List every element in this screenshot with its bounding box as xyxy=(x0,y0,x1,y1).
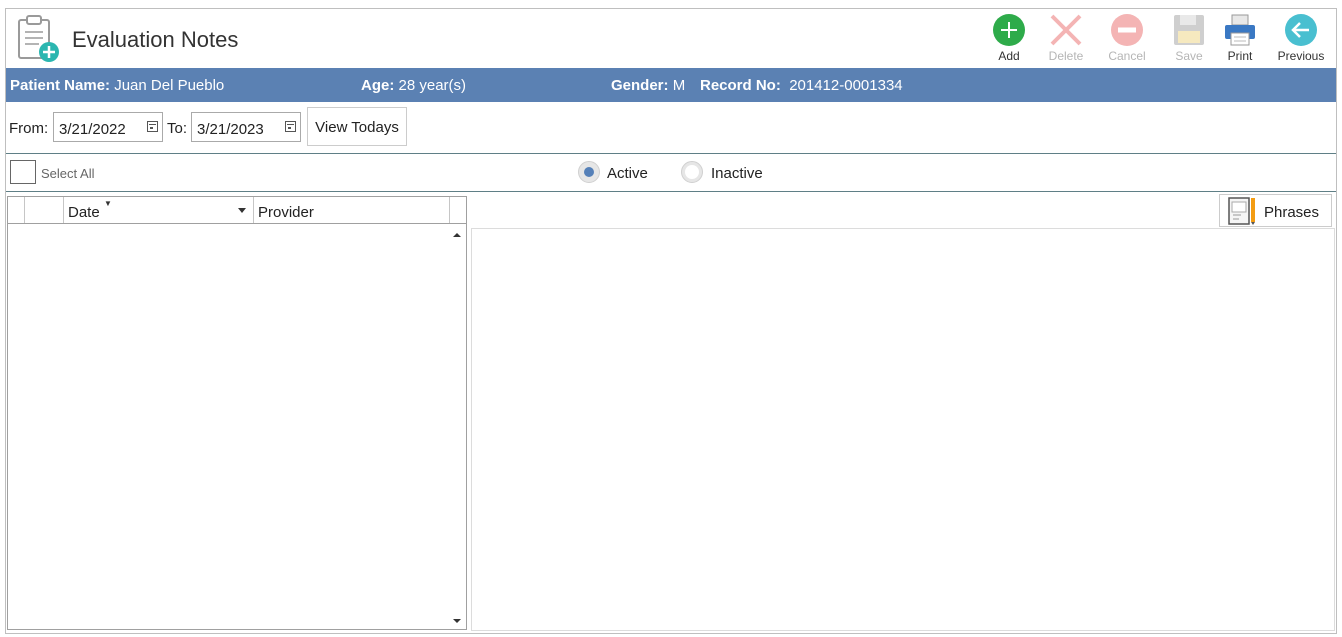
document-pencil-icon xyxy=(1228,197,1255,225)
notes-grid[interactable]: Date ▼ Provider xyxy=(7,196,467,630)
clipboard-add-icon xyxy=(17,14,63,64)
select-all-checkbox[interactable] xyxy=(10,160,36,184)
add-button[interactable]: Add xyxy=(981,11,1037,67)
previous-button[interactable]: Previous xyxy=(1273,11,1329,67)
patient-name-label: Patient Name: xyxy=(10,77,111,94)
from-label: From: xyxy=(9,120,49,137)
phrases-button[interactable]: Phrases xyxy=(1219,194,1332,227)
patient-gender: Gender: M xyxy=(611,77,685,94)
patient-name-value: Juan Del Pueblo xyxy=(114,77,225,94)
patient-record-value: 201412-0001334 xyxy=(789,77,903,94)
page-title: Evaluation Notes xyxy=(72,27,239,52)
scroll-down-arrow-icon[interactable] xyxy=(450,615,464,627)
inactive-radio-label: Inactive xyxy=(711,165,763,182)
calendar-icon[interactable] xyxy=(285,121,296,132)
patient-age-value: 28 year(s) xyxy=(398,77,467,94)
to-label: To: xyxy=(167,120,188,137)
delete-label: Delete xyxy=(1048,49,1084,63)
title-bar: Evaluation Notes Add Delete Cancel Save xyxy=(6,9,1336,68)
plus-circle-icon xyxy=(993,14,1025,46)
cancel-button[interactable]: Cancel xyxy=(1099,11,1155,67)
previous-label: Previous xyxy=(1277,49,1325,63)
cancel-label: Cancel xyxy=(1108,49,1146,63)
minus-circle-icon xyxy=(1111,14,1143,46)
provider-column-header[interactable]: Provider xyxy=(254,197,450,223)
to-date-field[interactable]: 3/21/2023 xyxy=(191,112,301,142)
provider-column-label: Provider xyxy=(258,204,314,221)
grid-select-column[interactable] xyxy=(25,197,64,223)
filter-icon[interactable]: ▼ xyxy=(104,199,112,208)
patient-info-bar: Patient Name: Juan Del Pueblo Age: 28 ye… xyxy=(6,68,1336,102)
printer-icon xyxy=(1225,14,1255,46)
view-todays-button[interactable]: View Todays xyxy=(307,107,407,146)
calendar-icon[interactable] xyxy=(147,121,158,132)
select-all-label: Select All xyxy=(41,166,95,181)
from-date-field[interactable]: 3/21/2022 xyxy=(53,112,163,142)
inactive-radio[interactable] xyxy=(681,161,703,183)
from-date-value: 3/21/2022 xyxy=(59,121,126,138)
date-column-label: Date xyxy=(68,204,100,221)
patient-age: Age: 28 year(s) xyxy=(361,77,466,94)
date-filter-row: From: 3/21/2022 To: 3/21/2023 View Today… xyxy=(6,103,1336,153)
phrases-label: Phrases xyxy=(1264,204,1320,221)
x-icon xyxy=(1050,14,1082,46)
print-button[interactable]: Print xyxy=(1212,11,1268,67)
patient-age-label: Age: xyxy=(361,77,395,94)
grid-header: Date ▼ Provider xyxy=(8,197,466,224)
divider xyxy=(6,153,1336,154)
divider xyxy=(6,191,1336,192)
delete-button[interactable]: Delete xyxy=(1038,11,1094,67)
date-column-header[interactable]: Date ▼ xyxy=(64,197,254,223)
print-label: Print xyxy=(1227,49,1253,63)
patient-gender-label: Gender: xyxy=(611,77,669,94)
active-radio[interactable] xyxy=(578,161,600,183)
note-editor[interactable] xyxy=(471,228,1335,631)
active-radio-label: Active xyxy=(607,165,648,182)
grid-indicator-column xyxy=(8,197,25,223)
save-button[interactable]: Save xyxy=(1161,11,1217,67)
save-label: Save xyxy=(1175,49,1203,63)
patient-record-label: Record No: xyxy=(700,77,781,94)
arrow-left-circle-icon xyxy=(1285,14,1317,46)
add-label: Add xyxy=(998,49,1020,63)
patient-name: Patient Name: Juan Del Pueblo xyxy=(10,77,224,94)
to-date-value: 3/21/2023 xyxy=(197,121,264,138)
floppy-icon xyxy=(1174,15,1204,45)
patient-gender-value: M xyxy=(672,77,686,94)
chevron-down-icon[interactable] xyxy=(238,208,246,213)
scroll-up-arrow-icon[interactable] xyxy=(450,229,464,241)
patient-record: Record No: 201412-0001334 xyxy=(700,77,903,94)
